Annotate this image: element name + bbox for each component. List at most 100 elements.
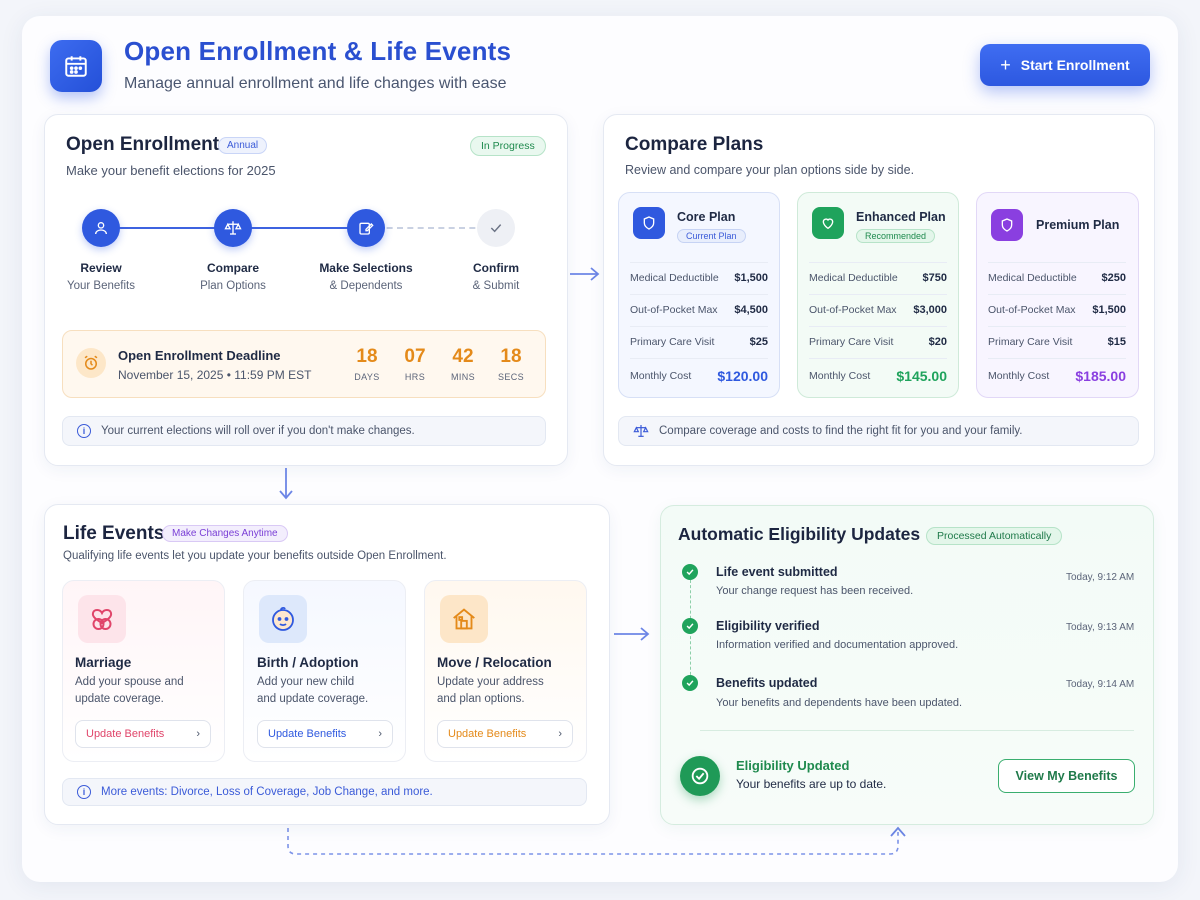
status-badge: In Progress bbox=[470, 136, 546, 156]
countdown-days: 18 bbox=[356, 346, 378, 367]
life-events-subtitle: Qualifying life events let you update yo… bbox=[63, 550, 447, 562]
deadline-date: November 15, 2025 • 11:59 PM EST bbox=[118, 368, 312, 382]
plan-name: Premium Plan bbox=[1036, 218, 1120, 232]
event-name: Marriage bbox=[75, 655, 132, 670]
arrow-down-icon bbox=[279, 468, 293, 500]
deadline-title: Open Enrollment Deadline bbox=[118, 348, 281, 363]
shield-icon bbox=[991, 209, 1023, 241]
countdown-unit: HRS bbox=[404, 372, 426, 382]
timeline-event-description: Your change request has been received. bbox=[716, 585, 914, 597]
timeline-event-description: Your benefits and dependents have been u… bbox=[716, 697, 963, 709]
divider bbox=[700, 730, 1134, 731]
page-subtitle: Manage annual enrollment and life change… bbox=[124, 75, 507, 92]
countdown-unit: DAYS bbox=[354, 372, 380, 382]
heart-icon bbox=[812, 207, 844, 239]
plan-cost-row: Monthly Cost $120.00 bbox=[630, 358, 768, 392]
update-benefits-button[interactable]: Update Benefits › bbox=[437, 720, 573, 748]
countdown-hours: 07 bbox=[404, 346, 426, 367]
loop-connector-arrow bbox=[287, 826, 906, 855]
scale-icon bbox=[633, 425, 649, 437]
plan-row: Primary Care Visit $25 bbox=[630, 326, 768, 356]
plan-badge: Current Plan bbox=[677, 229, 746, 243]
scale-icon bbox=[224, 221, 242, 235]
chevron-right-icon: › bbox=[378, 728, 382, 740]
plan-cost-row: Monthly Cost $185.00 bbox=[988, 358, 1126, 392]
plan-row: Medical Deductible $750 bbox=[809, 262, 947, 292]
step-sublabel: Plan Options bbox=[200, 280, 266, 292]
countdown-unit: MINS bbox=[450, 372, 476, 382]
step-sublabel: & Dependents bbox=[329, 280, 403, 292]
event-description-line: Update your address bbox=[437, 676, 544, 688]
info-icon: i bbox=[77, 785, 91, 799]
arrow-right-icon bbox=[614, 627, 650, 641]
life-events-title: Life Events bbox=[63, 523, 165, 544]
compare-info-bar: Compare coverage and costs to find the r… bbox=[618, 416, 1139, 446]
eligibility-result-subtitle: Your benefits are up to date. bbox=[736, 777, 887, 791]
plan-row: Medical Deductible $1,500 bbox=[630, 262, 768, 292]
plus-icon: + bbox=[1000, 55, 1011, 75]
eligibility-result-title: Eligibility Updated bbox=[736, 758, 850, 773]
countdown-seconds: 18 bbox=[500, 346, 522, 367]
check-circle-icon bbox=[680, 756, 720, 796]
event-description-line: and update coverage. bbox=[257, 693, 369, 705]
life-events-tag: Make Changes Anytime bbox=[162, 525, 288, 542]
shield-icon bbox=[633, 207, 665, 239]
event-description-line: Add your spouse and bbox=[75, 676, 184, 688]
plan-row: Out-of-Pocket Max $3,000 bbox=[809, 294, 947, 324]
check-icon bbox=[490, 224, 502, 233]
timeline-event-time: Today, 9:12 AM bbox=[1066, 572, 1135, 583]
step-sublabel: & Submit bbox=[472, 280, 520, 292]
eligibility-title: Automatic Eligibility Updates bbox=[678, 524, 921, 544]
step-label: Make Selections bbox=[319, 261, 413, 275]
event-description-line: and plan options. bbox=[437, 693, 525, 705]
more-events-info-bar: i More events: Divorce, Loss of Coverage… bbox=[62, 778, 587, 806]
plan-row: Primary Care Visit $20 bbox=[809, 326, 947, 356]
check-circle-icon bbox=[682, 564, 698, 580]
chevron-right-icon: › bbox=[196, 728, 200, 740]
alarm-clock-icon bbox=[76, 348, 106, 378]
check-circle-icon bbox=[682, 675, 698, 691]
step-sublabel: Your Benefits bbox=[67, 280, 135, 292]
view-my-benefits-button[interactable]: View My Benefits bbox=[998, 759, 1135, 793]
baby-icon bbox=[259, 595, 307, 643]
compare-info-text: Compare coverage and costs to find the r… bbox=[659, 425, 1023, 437]
step-label: Confirm bbox=[473, 261, 519, 275]
event-description-line: update coverage. bbox=[75, 693, 164, 705]
step-compare[interactable] bbox=[214, 209, 252, 247]
compare-plans-title: Compare Plans bbox=[625, 134, 764, 155]
step-review[interactable] bbox=[82, 209, 120, 247]
step-confirm[interactable] bbox=[477, 209, 515, 247]
event-name: Birth / Adoption bbox=[257, 655, 359, 670]
plan-name: Enhanced Plan bbox=[856, 210, 946, 224]
rollover-info-bar: i Your current elections will roll over … bbox=[62, 416, 546, 446]
compare-plans-subtitle: Review and compare your plan options sid… bbox=[625, 163, 915, 177]
annual-tag: Annual bbox=[218, 137, 268, 154]
house-icon bbox=[440, 595, 488, 643]
rollover-info-text: Your current elections will roll over if… bbox=[101, 425, 415, 437]
event-name: Move / Relocation bbox=[437, 655, 552, 670]
plan-cost-row: Monthly Cost $145.00 bbox=[809, 358, 947, 392]
more-events-text: More events: Divorce, Loss of Coverage, … bbox=[101, 786, 433, 798]
processed-badge: Processed Automatically bbox=[926, 527, 1063, 545]
timeline-event-description: Information verified and documentation a… bbox=[716, 639, 959, 651]
step-make-selections[interactable] bbox=[347, 209, 385, 247]
page-title: Open Enrollment & Life Events bbox=[124, 36, 512, 66]
chevron-right-icon: › bbox=[558, 728, 562, 740]
calendar-icon bbox=[50, 40, 102, 92]
update-benefits-button[interactable]: Update Benefits › bbox=[75, 720, 211, 748]
start-enrollment-button[interactable]: + Start Enrollment bbox=[980, 44, 1150, 86]
plan-row: Primary Care Visit $15 bbox=[988, 326, 1126, 356]
plan-badge: Recommended bbox=[856, 229, 936, 243]
plan-name: Core Plan bbox=[677, 210, 736, 224]
step-label: Compare bbox=[206, 261, 259, 275]
info-icon: i bbox=[77, 424, 91, 438]
timeline-event-time: Today, 9:14 AM bbox=[1066, 679, 1135, 690]
check-circle-icon bbox=[682, 618, 698, 634]
update-benefits-button[interactable]: Update Benefits › bbox=[257, 720, 393, 748]
plan-row: Out-of-Pocket Max $1,500 bbox=[988, 294, 1126, 324]
plan-row: Medical Deductible $250 bbox=[988, 262, 1126, 292]
open-enrollment-subtitle: Make your benefit elections for 2025 bbox=[66, 163, 276, 178]
start-enrollment-label: Start Enrollment bbox=[1020, 57, 1130, 73]
arrow-right-icon bbox=[570, 267, 600, 281]
user-icon bbox=[95, 222, 107, 235]
